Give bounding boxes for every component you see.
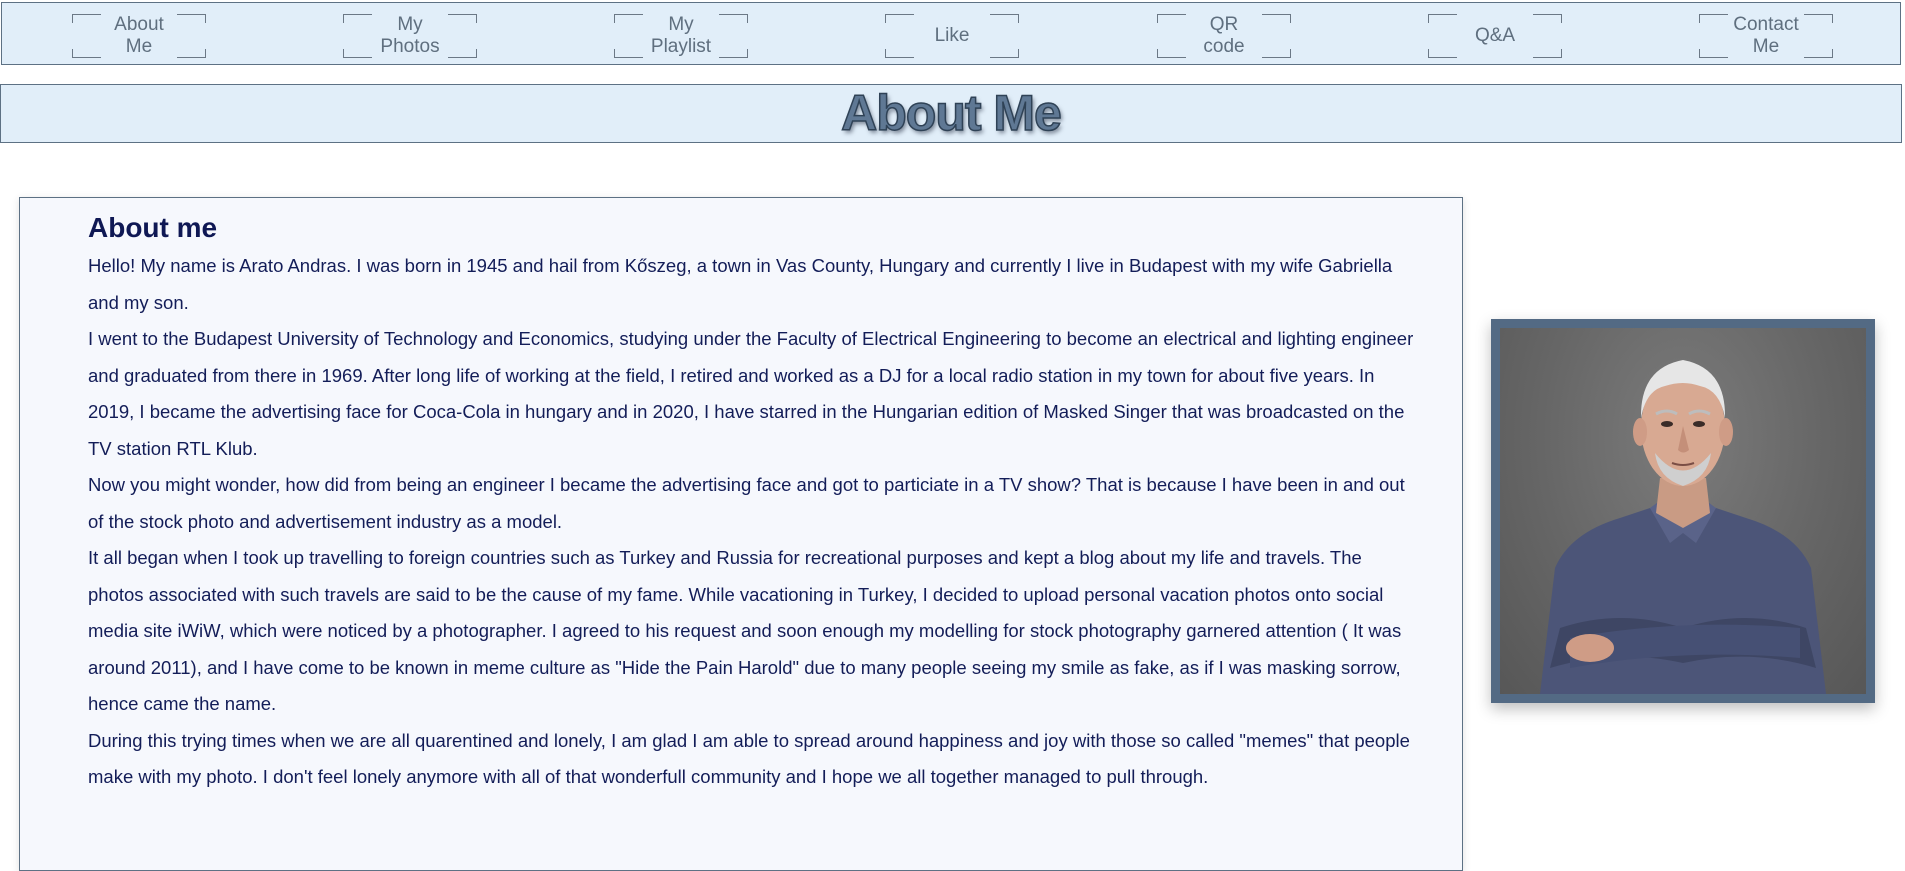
nav-item-my-photos[interactable]: My Photos — [343, 14, 477, 58]
corner-bracket — [448, 14, 477, 23]
page-header: About Me — [0, 84, 1902, 143]
corner-bracket — [1804, 14, 1833, 23]
corner-bracket — [1699, 14, 1728, 23]
corner-bracket — [719, 14, 748, 23]
nav-item-label: About Me — [114, 14, 164, 57]
nav-item-qr-code[interactable]: QR code — [1157, 14, 1291, 58]
page-title: About Me — [840, 84, 1062, 142]
paragraph-fame: It all began when I took up travelling t… — [88, 547, 1402, 714]
corner-bracket — [448, 49, 477, 58]
nav-item-contact-me[interactable]: Contact Me — [1699, 14, 1833, 58]
nav-item-label: Like — [934, 25, 970, 46]
paragraph-intro: Hello! My name is Arato Andras. I was bo… — [88, 255, 1393, 313]
paragraph-education: I went to the Budapest University of Tec… — [88, 328, 1414, 459]
portrait-illustration — [1540, 360, 1826, 694]
about-content-card: About me Hello! My name is Arato Andras.… — [19, 197, 1463, 871]
corner-bracket — [343, 49, 372, 58]
corner-bracket — [990, 14, 1019, 23]
corner-bracket — [614, 14, 643, 23]
paragraph-career: Now you might wonder, how did from being… — [88, 474, 1405, 532]
corner-bracket — [1428, 14, 1457, 23]
nav-item-label: Contact Me — [1733, 14, 1799, 57]
about-text-block: About me Hello! My name is Arato Andras.… — [88, 210, 1418, 796]
page: About Me My Photos My Playlist Like QR c… — [0, 0, 1905, 871]
corner-bracket — [1428, 49, 1457, 58]
nav-item-label: QR code — [1203, 14, 1245, 57]
corner-bracket — [614, 49, 643, 58]
corner-bracket — [1157, 49, 1186, 58]
paragraph-closing: During this trying times when we are all… — [88, 729, 1410, 788]
corner-bracket — [72, 49, 101, 58]
nav-item-like[interactable]: Like — [885, 14, 1019, 58]
corner-bracket — [885, 49, 914, 58]
section-heading: About me — [88, 212, 218, 243]
nav-item-my-playlist[interactable]: My Playlist — [614, 14, 748, 58]
corner-bracket — [1262, 49, 1291, 58]
nav-item-qa[interactable]: Q&A — [1428, 14, 1562, 58]
corner-bracket — [990, 49, 1019, 58]
corner-bracket — [343, 14, 372, 23]
corner-bracket — [1699, 49, 1728, 58]
portrait-photo — [1500, 328, 1866, 694]
top-navigation: About Me My Photos My Playlist Like QR c… — [1, 2, 1901, 65]
portrait-frame — [1491, 319, 1875, 703]
corner-bracket — [1804, 49, 1833, 58]
nav-item-label: My Photos — [380, 14, 440, 57]
corner-bracket — [1262, 14, 1291, 23]
corner-bracket — [1533, 49, 1562, 58]
corner-bracket — [719, 49, 748, 58]
nav-item-label: Q&A — [1474, 25, 1516, 46]
corner-bracket — [72, 14, 101, 23]
nav-item-about-me[interactable]: About Me — [72, 14, 206, 58]
corner-bracket — [177, 49, 206, 58]
corner-bracket — [885, 14, 914, 23]
corner-bracket — [177, 14, 206, 23]
nav-item-label: My Playlist — [650, 14, 712, 57]
corner-bracket — [1533, 14, 1562, 23]
corner-bracket — [1157, 14, 1186, 23]
